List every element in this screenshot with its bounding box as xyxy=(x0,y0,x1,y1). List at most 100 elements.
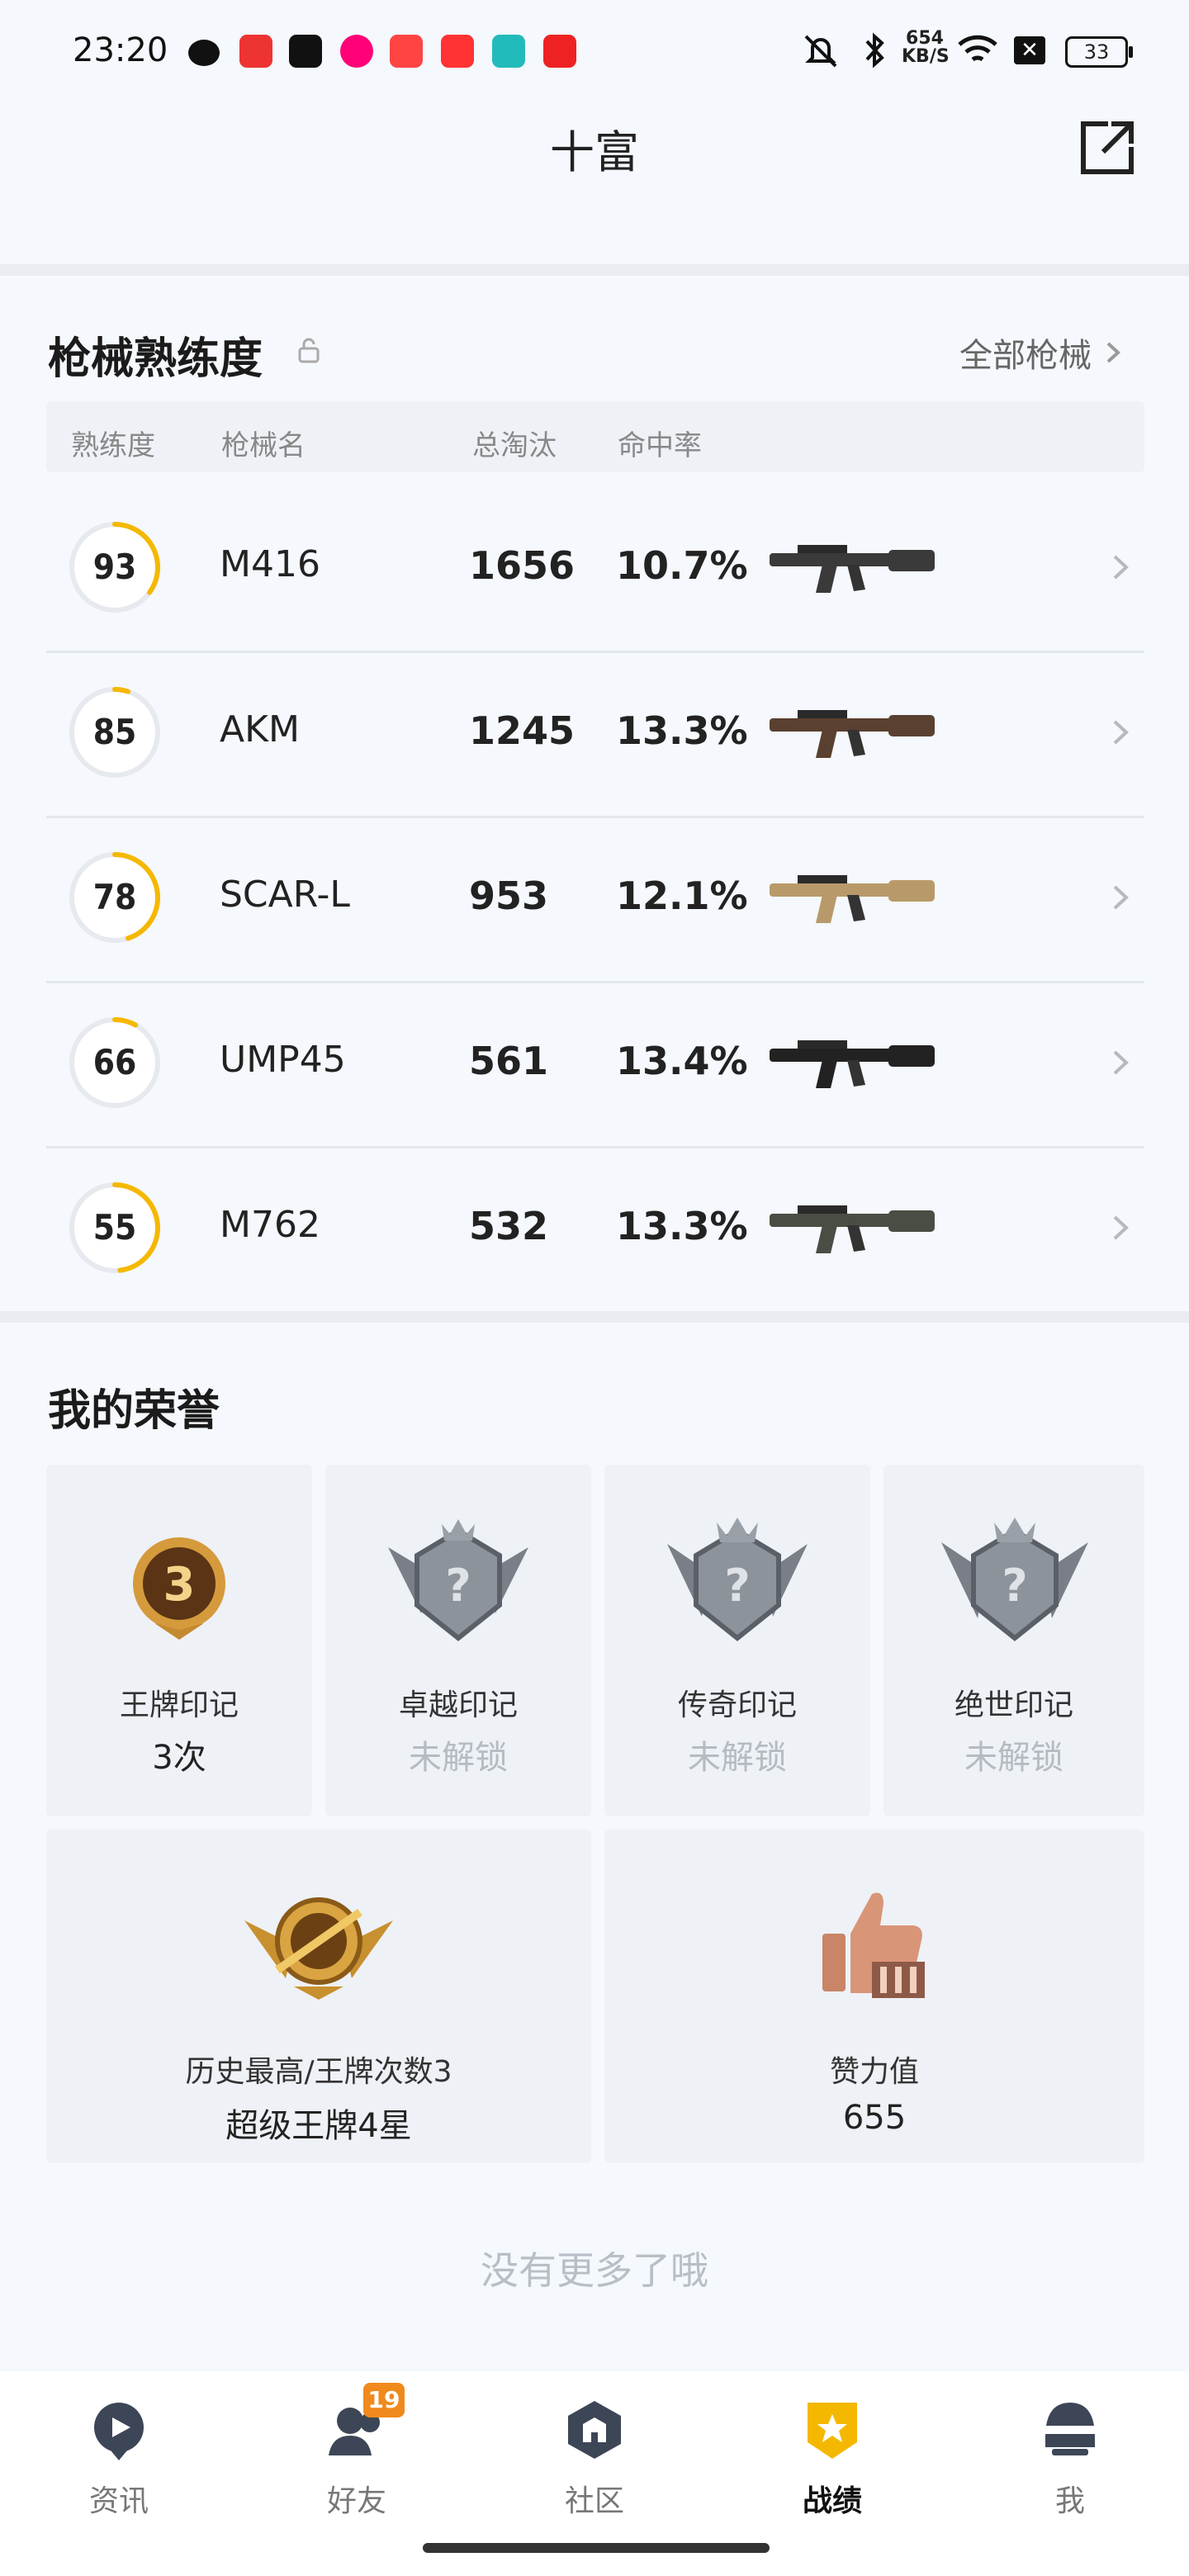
weapon-hit-rate: 10.7% xyxy=(616,543,748,588)
chevron-right-icon xyxy=(1113,885,1129,910)
weapon-image-icon xyxy=(770,545,935,593)
peerless-mark-value: 未解锁 xyxy=(964,1739,1063,1777)
col-kills: 总淘汰 xyxy=(472,429,557,462)
video-icon xyxy=(390,35,423,68)
ace-mark-badge-icon: 3 xyxy=(133,1537,225,1640)
weapon-table-header: 熟练度 枪械名 总淘汰 命中率 xyxy=(46,401,1144,472)
likes-card[interactable]: 赞力值 655 xyxy=(604,1830,1144,2163)
tab-record-label: 战绩 xyxy=(802,2484,862,2518)
weapon-image-icon xyxy=(770,1205,935,1253)
app-icon xyxy=(340,35,373,68)
weapon-image-icon xyxy=(770,1040,935,1088)
excellence-mark-label: 卓越印记 xyxy=(398,1688,518,1722)
peerless-mark-badge-icon: ? xyxy=(941,1518,1088,1641)
lock-icon xyxy=(298,338,320,363)
weapon-image-icon xyxy=(770,710,935,758)
weapon-name: M416 xyxy=(220,543,320,585)
sim-icon: ✕ xyxy=(1014,36,1045,64)
weapon-name: UMP45 xyxy=(220,1039,346,1081)
status-time: 23:20 xyxy=(73,31,168,69)
peerless-mark-label: 绝世印记 xyxy=(954,1688,1073,1722)
honor-card-legend[interactable]: ? 传奇印记 未解锁 xyxy=(604,1465,870,1816)
chevron-right-icon xyxy=(1113,555,1129,580)
page-title: 十富 xyxy=(550,126,639,178)
tab-profile[interactable]: 我 xyxy=(951,2371,1189,2536)
weapon-row[interactable]: 85 AKM 1245 13.3% xyxy=(46,651,1144,818)
weapon-row[interactable]: 93 M416 1656 10.7% xyxy=(46,485,1144,653)
weapon-kills: 561 xyxy=(469,1039,549,1083)
tab-friends[interactable]: 19 好友 xyxy=(238,2371,476,2536)
ace-mark-value: 3次 xyxy=(152,1739,206,1777)
weapon-proficiency-title: 枪械熟练度 xyxy=(48,334,263,384)
no-more-text: 没有更多了哦 xyxy=(481,2248,708,2293)
best-rank-card[interactable]: 历史最高/王牌次数3 超级王牌4星 xyxy=(46,1830,591,2163)
svg-text:?: ? xyxy=(445,1560,471,1612)
shop-icon xyxy=(543,35,576,68)
ace-mark-label: 王牌印记 xyxy=(119,1688,239,1722)
legend-mark-label: 传奇印记 xyxy=(677,1688,797,1722)
col-weapon-name: 枪械名 xyxy=(221,429,306,462)
weapon-hit-rate: 13.3% xyxy=(616,708,748,753)
tab-record[interactable]: 战绩 xyxy=(713,2371,951,2536)
weapon-kills: 1245 xyxy=(469,708,576,753)
best-rank-value: 超级王牌4星 xyxy=(225,2107,412,2145)
community-icon xyxy=(568,2401,621,2459)
honor-card-ace[interactable]: 3 王牌印记 3次 xyxy=(46,1465,312,1816)
proficiency-value: 78 xyxy=(92,877,137,917)
best-rank-label: 历史最高/王牌次数3 xyxy=(185,2055,452,2089)
weapon-kills: 953 xyxy=(469,874,549,918)
section-divider xyxy=(0,264,1189,276)
svg-text:?: ? xyxy=(1002,1560,1027,1612)
chevron-right-icon xyxy=(1113,1215,1129,1240)
friends-badge: 19 xyxy=(363,2383,405,2417)
tab-friends-label: 好友 xyxy=(326,2484,386,2518)
proficiency-value: 66 xyxy=(92,1042,137,1082)
weapon-row[interactable]: 78 SCAR-L 953 12.1% xyxy=(46,816,1144,983)
tab-community-label: 社区 xyxy=(564,2484,624,2518)
honor-card-peerless[interactable]: ? 绝世印记 未解锁 xyxy=(883,1465,1144,1816)
music-icon xyxy=(441,35,474,68)
excellence-mark-badge-icon: ? xyxy=(388,1519,528,1641)
bluetooth-icon xyxy=(865,32,884,69)
likes-value: 655 xyxy=(842,2099,907,2137)
weapon-hit-rate: 12.1% xyxy=(616,874,748,918)
wechat-icon xyxy=(188,40,220,66)
weapon-row[interactable]: 55 M762 532 13.3% xyxy=(46,1146,1144,1311)
weapon-hit-rate: 13.4% xyxy=(616,1039,748,1083)
tiktok-icon xyxy=(289,35,322,68)
chat-icon xyxy=(492,35,525,68)
super-ace-badge-icon xyxy=(244,1897,393,2000)
proficiency-value: 93 xyxy=(92,547,137,587)
tab-news-label: 资讯 xyxy=(88,2484,149,2518)
legend-mark-badge-icon: ? xyxy=(667,1518,808,1641)
chevron-right-icon xyxy=(1106,342,1120,363)
my-honor-title: 我的荣誉 xyxy=(48,1386,220,1436)
all-weapons-link[interactable]: 全部枪械 xyxy=(959,329,1126,376)
svg-text:3: 3 xyxy=(163,1558,196,1612)
weapon-name: AKM xyxy=(220,708,300,751)
weapon-row[interactable]: 66 UMP45 561 13.4% xyxy=(46,981,1144,1148)
svg-text:?: ? xyxy=(724,1560,750,1612)
app-icon xyxy=(239,35,272,68)
likes-label: 赞力值 xyxy=(829,2055,919,2089)
home-indicator[interactable] xyxy=(423,2543,770,2553)
tab-profile-label: 我 xyxy=(1054,2484,1085,2518)
share-icon[interactable] xyxy=(1078,119,1136,177)
weapon-kills: 532 xyxy=(469,1204,549,1248)
proficiency-value: 55 xyxy=(92,1207,137,1248)
news-icon xyxy=(94,2403,144,2460)
tab-community[interactable]: 社区 xyxy=(476,2371,713,2536)
col-proficiency: 熟练度 xyxy=(71,429,155,462)
honor-card-excellence[interactable]: ? 卓越印记 未解锁 xyxy=(325,1465,591,1816)
mute-icon xyxy=(804,35,837,68)
all-weapons-label: 全部枪械 xyxy=(959,337,1092,375)
battery-indicator: 33 xyxy=(1065,36,1133,68)
weapon-name: SCAR-L xyxy=(220,874,350,916)
chevron-right-icon xyxy=(1113,1050,1129,1075)
status-bar: 23:20 654 KB/S ✕ 33 xyxy=(0,0,1189,99)
excellence-mark-value: 未解锁 xyxy=(409,1739,508,1777)
thumbs-up-icon xyxy=(822,1892,925,1998)
tab-news[interactable]: 资讯 xyxy=(0,2371,238,2536)
proficiency-value: 85 xyxy=(92,712,137,752)
chevron-right-icon xyxy=(1113,720,1129,745)
